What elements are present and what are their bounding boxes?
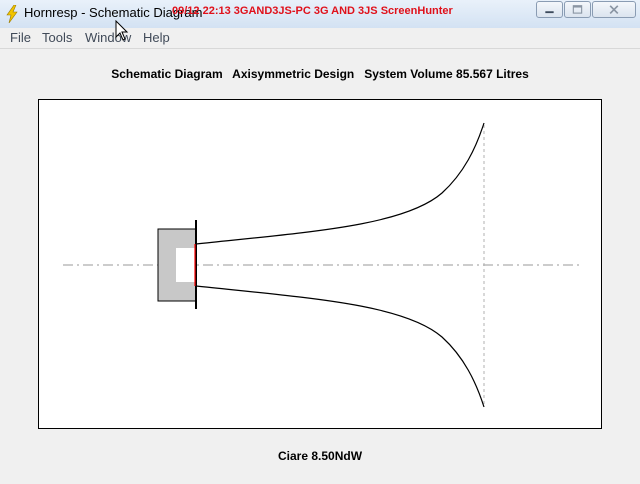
menu-file[interactable]: File (10, 30, 31, 45)
menu-tools[interactable]: Tools (42, 30, 72, 45)
menu-help[interactable]: Help (143, 30, 170, 45)
minimize-button[interactable] (536, 1, 563, 18)
horn-flare-lower (195, 285, 485, 408)
maximize-button[interactable] (564, 1, 591, 18)
schematic-drawing (63, 122, 579, 408)
diagram-heading: Schematic Diagram Axisymmetric Design Sy… (111, 67, 529, 81)
minimize-icon (545, 11, 554, 14)
maximize-icon (572, 5, 583, 14)
close-button[interactable] (592, 1, 636, 18)
title-bar[interactable]: Hornresp - Schematic Diagram 09/12 22:13… (0, 0, 640, 29)
driver-caption: Ciare 8.50NdW (277, 449, 363, 463)
mouse-pointer-icon (115, 20, 129, 41)
screenhunter-overlay: 09/12 22:13 3GAND3JS-PC 3G AND 3JS Scree… (172, 5, 453, 17)
menu-bar: File Tools Window Help (0, 28, 640, 49)
rear-chamber-cavity (176, 248, 195, 282)
horn-flare-upper (195, 122, 485, 245)
close-icon (609, 5, 619, 15)
schematic-diagram-panel (38, 99, 602, 429)
lightning-icon (6, 5, 18, 23)
hornresp-window: Hornresp - Schematic Diagram 09/12 22:13… (0, 0, 640, 484)
